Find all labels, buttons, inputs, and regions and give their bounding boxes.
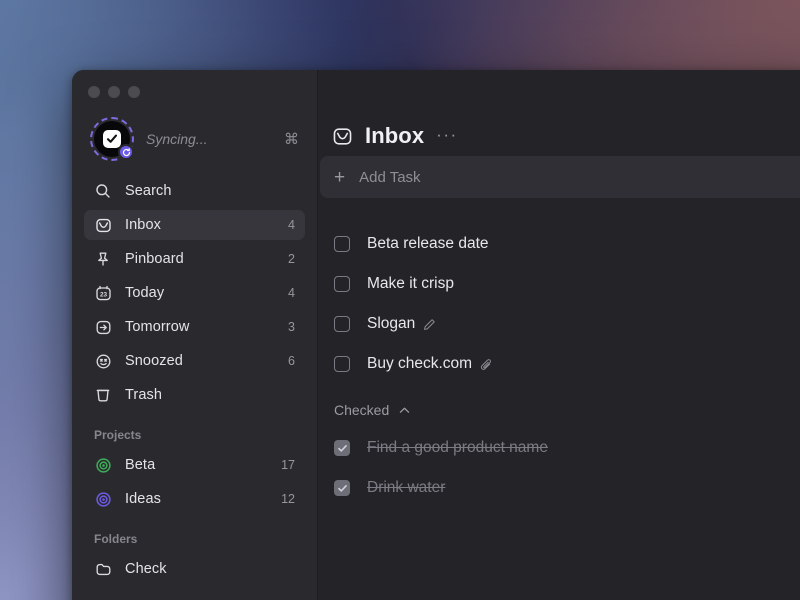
projects-section: Projects Beta 17 Ideas 12 xyxy=(72,414,317,518)
pin-icon xyxy=(94,251,112,267)
trash-icon xyxy=(94,387,112,403)
add-task-placeholder: Add Task xyxy=(359,168,421,186)
main-panel: Inbox ··· + Add Task Beta release date M… xyxy=(318,70,800,600)
minimize-button[interactable] xyxy=(108,86,120,98)
project-circle-icon xyxy=(94,491,112,508)
paperclip-icon xyxy=(480,358,493,371)
folders-section: Folders Check xyxy=(72,518,317,588)
sidebar-item-search[interactable]: Search xyxy=(84,176,305,206)
task-label: Beta release date xyxy=(367,235,489,252)
close-button[interactable] xyxy=(88,86,100,98)
sidebar-item-label: Search xyxy=(125,183,172,199)
task-label: Make it crisp xyxy=(367,275,454,292)
task-row[interactable]: Drink water xyxy=(334,468,800,508)
sidebar-item-label: Tomorrow xyxy=(125,319,190,335)
sidebar-item-count: 3 xyxy=(288,320,295,334)
sidebar-nav: Search Inbox 4 Pinboard 2 23 Today 4 Tom… xyxy=(72,162,317,414)
sidebar-project-ideas[interactable]: Ideas 12 xyxy=(84,484,305,514)
chevron-up-icon[interactable] xyxy=(398,404,411,417)
check-mark-icon xyxy=(103,130,121,148)
folders-section-title: Folders xyxy=(94,532,138,546)
account-header: Syncing... ⌘ xyxy=(72,98,317,162)
task-list: Beta release date Make it crisp Slogan B… xyxy=(318,198,800,384)
task-checkbox[interactable] xyxy=(334,440,350,456)
folder-icon xyxy=(94,561,112,578)
page-header: Inbox ··· xyxy=(318,70,800,156)
task-row[interactable]: Slogan xyxy=(334,304,800,344)
sidebar-project-count: 12 xyxy=(281,492,295,506)
task-label: Find a good product name xyxy=(367,439,548,456)
command-key-icon[interactable]: ⌘ xyxy=(284,130,299,148)
calendar-23-icon: 23 xyxy=(94,285,112,302)
search-icon xyxy=(94,183,112,199)
task-label: Slogan xyxy=(367,315,416,332)
sidebar-item-label: Today xyxy=(125,285,165,301)
sidebar-folder-check[interactable]: Check xyxy=(84,554,305,584)
task-checkbox[interactable] xyxy=(334,480,350,496)
sidebar-item-inbox[interactable]: Inbox 4 xyxy=(84,210,305,240)
task-checkbox[interactable] xyxy=(334,236,350,252)
sync-refresh-icon xyxy=(118,144,134,160)
sidebar-item-label: Inbox xyxy=(125,217,161,233)
sidebar-item-count: 6 xyxy=(288,354,295,368)
sidebar-project-count: 17 xyxy=(281,458,295,472)
page-title: Inbox xyxy=(365,123,425,148)
projects-section-title: Projects xyxy=(94,428,142,442)
task-checkbox[interactable] xyxy=(334,316,350,332)
project-circle-icon xyxy=(94,457,112,474)
checked-section-label: Checked xyxy=(334,402,390,418)
more-options-button[interactable]: ··· xyxy=(436,126,457,147)
task-row[interactable]: Buy check.com xyxy=(334,344,800,384)
task-label: Buy check.com xyxy=(367,355,473,372)
sidebar-item-today[interactable]: 23 Today 4 xyxy=(84,278,305,308)
window-controls[interactable] xyxy=(72,70,317,98)
sync-status-text: Syncing... xyxy=(146,131,208,147)
sidebar-item-label: Snoozed xyxy=(125,353,183,369)
sidebar-item-trash[interactable]: Trash xyxy=(84,380,305,410)
sidebar-project-beta[interactable]: Beta 17 xyxy=(84,450,305,480)
arrow-right-box-icon xyxy=(94,319,112,336)
sidebar-item-count: 4 xyxy=(288,286,295,300)
sidebar-item-pinboard[interactable]: Pinboard 2 xyxy=(84,244,305,274)
sidebar-item-label: Trash xyxy=(125,387,163,403)
avatar[interactable] xyxy=(90,117,134,161)
svg-text:23: 23 xyxy=(99,291,107,298)
task-checkbox[interactable] xyxy=(334,356,350,372)
sidebar-item-count: 4 xyxy=(288,218,295,232)
app-window: Syncing... ⌘ Search Inbox 4 Pinboard 2 2… xyxy=(72,70,800,600)
sidebar-project-label: Beta xyxy=(125,457,156,473)
zoom-button[interactable] xyxy=(128,86,140,98)
sidebar-folder-label: Check xyxy=(125,561,167,577)
sidebar-project-label: Ideas xyxy=(125,491,161,507)
task-row[interactable]: Beta release date xyxy=(334,224,800,264)
checked-section-header[interactable]: Checked xyxy=(318,384,800,426)
task-row[interactable]: Make it crisp xyxy=(334,264,800,304)
sidebar-item-snoozed[interactable]: Snoozed 6 xyxy=(84,346,305,376)
inbox-icon xyxy=(332,126,353,147)
sleepy-face-icon xyxy=(94,353,112,370)
inbox-icon xyxy=(94,217,112,234)
sidebar: Syncing... ⌘ Search Inbox 4 Pinboard 2 2… xyxy=(72,70,318,600)
sidebar-item-count: 2 xyxy=(288,252,295,266)
plus-icon: + xyxy=(334,166,346,188)
sidebar-item-tomorrow[interactable]: Tomorrow 3 xyxy=(84,312,305,342)
task-checkbox[interactable] xyxy=(334,276,350,292)
sidebar-item-label: Pinboard xyxy=(125,251,184,267)
task-row[interactable]: Find a good product name xyxy=(334,428,800,468)
add-task-input[interactable]: + Add Task xyxy=(320,156,800,198)
task-label: Drink water xyxy=(367,479,446,496)
note-pencil-icon xyxy=(423,318,436,331)
checked-task-list: Find a good product name Drink water xyxy=(318,426,800,508)
